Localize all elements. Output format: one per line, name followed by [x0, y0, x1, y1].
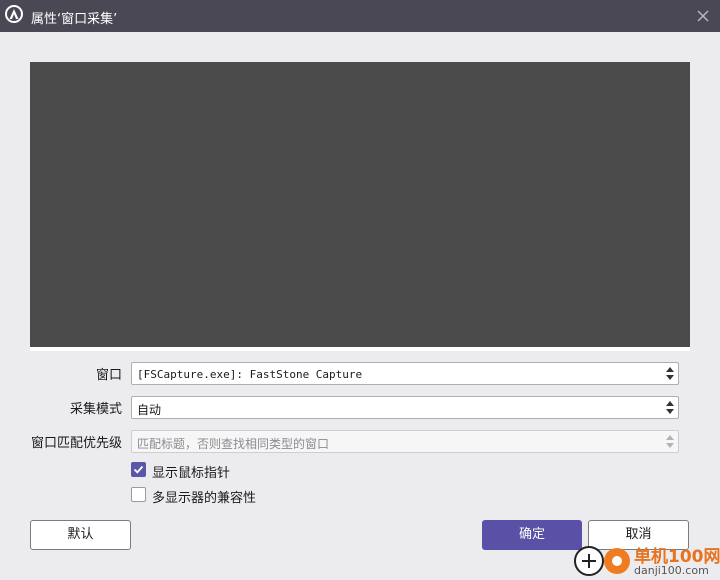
preview-pane [30, 62, 690, 347]
app-logo-icon [5, 5, 23, 23]
checkmark-icon [133, 465, 144, 474]
window-select[interactable]: [FSCapture.exe]: FastStone Capture [131, 362, 679, 385]
watermark: 单机100网 danji100.com [570, 542, 720, 580]
watermark-logo-icon [604, 548, 630, 574]
defaults-button[interactable]: 默认 [30, 520, 131, 550]
capture-mode-select[interactable]: 自动 [131, 396, 679, 419]
window-select-value: [FSCapture.exe]: FastStone Capture [137, 368, 363, 381]
spinner-icon [666, 401, 674, 414]
multi-adapter-checkbox[interactable] [131, 487, 146, 502]
match-priority-value: 匹配标题，否则查找相同类型的窗口 [137, 437, 330, 451]
capture-mode-value: 自动 [137, 403, 162, 417]
spinner-icon [666, 435, 674, 448]
multi-adapter-label: 多显示器的兼容性 [152, 491, 257, 506]
plus-icon [574, 546, 604, 576]
title-bar: 属性‘窗口采集’ [0, 0, 720, 32]
show-cursor-checkbox[interactable] [131, 462, 146, 477]
match-priority-label: 窗口匹配优先级 [30, 436, 122, 451]
preview-divider [30, 347, 690, 351]
watermark-domain: danji100.com [634, 564, 709, 577]
window-label: 窗口 [95, 368, 122, 383]
show-cursor-label: 显示鼠标指针 [152, 466, 231, 481]
capture-mode-label: 采集模式 [69, 402, 122, 417]
close-icon[interactable] [696, 9, 710, 23]
ok-button[interactable]: 确定 [482, 520, 582, 550]
spinner-icon [666, 367, 674, 380]
match-priority-select[interactable]: 匹配标题，否则查找相同类型的窗口 [131, 430, 679, 453]
window-title: 属性‘窗口采集’ [31, 12, 118, 27]
